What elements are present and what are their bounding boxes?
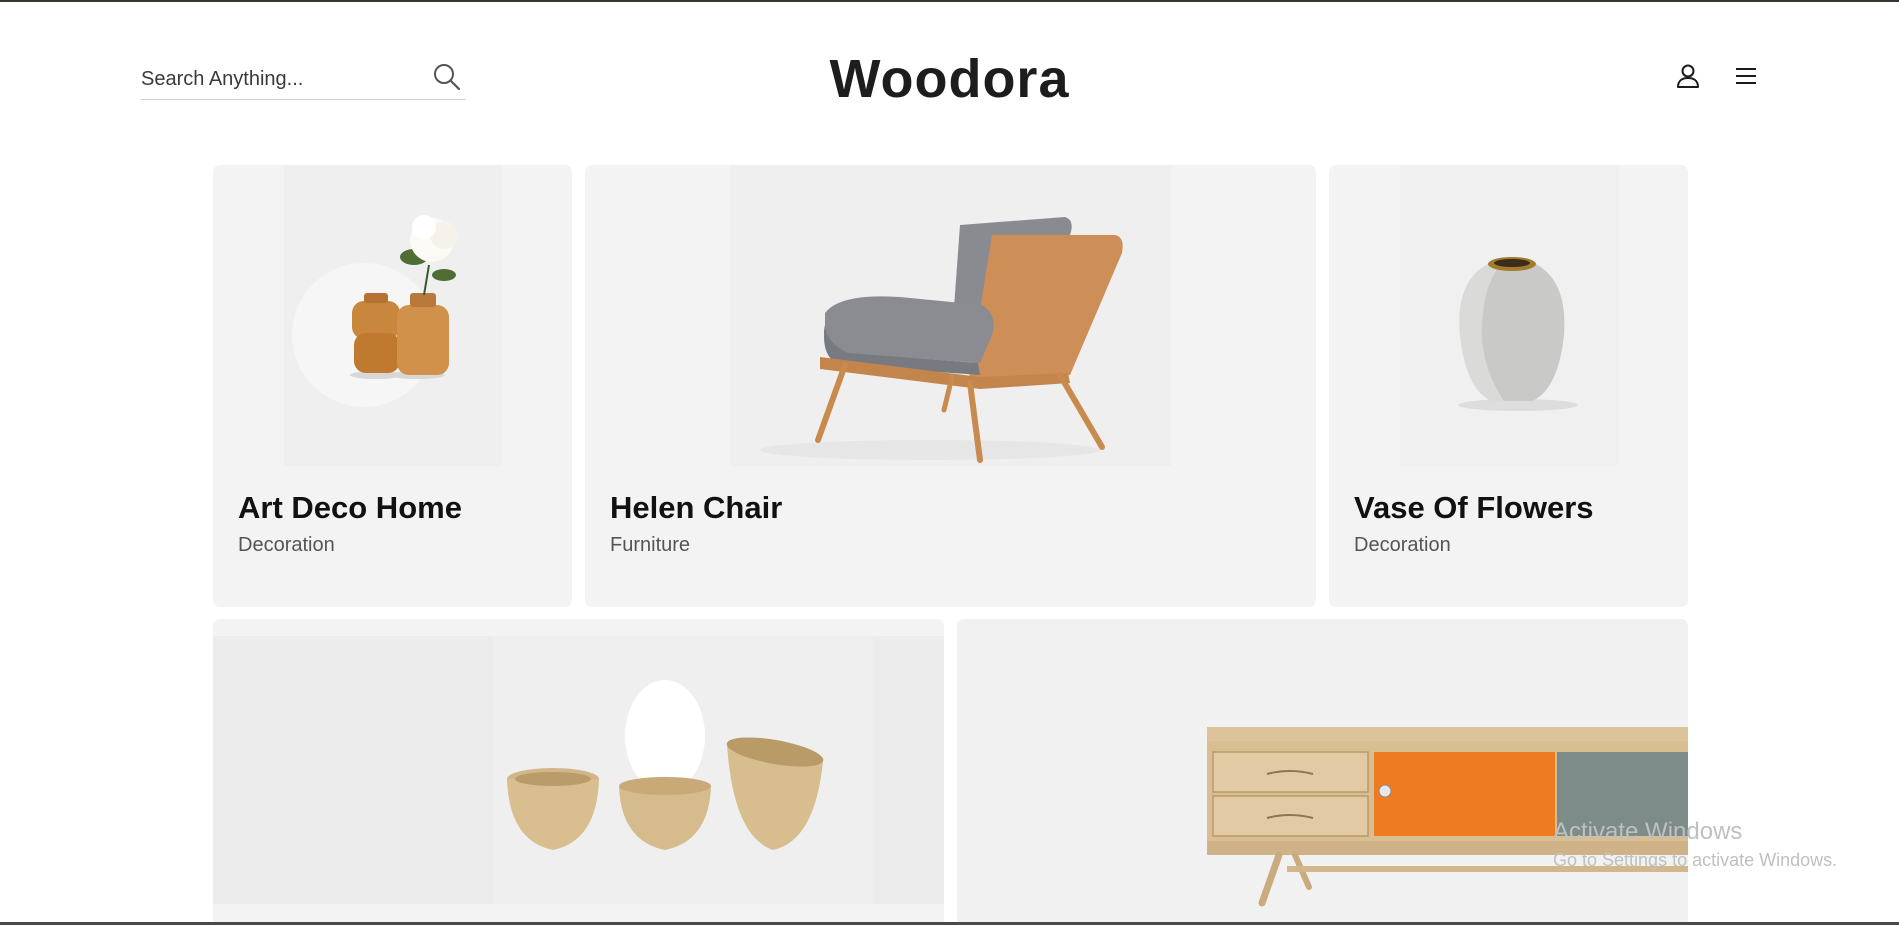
watermark-title: Activate Windows bbox=[1553, 818, 1743, 845]
user-icon[interactable] bbox=[1674, 62, 1702, 90]
product-category: Furniture bbox=[610, 534, 691, 556]
top-border bbox=[0, 0, 1899, 2]
product-category: Decoration bbox=[238, 534, 335, 556]
product-title[interactable]: Vase Of Flowers bbox=[1354, 490, 1594, 526]
product-title[interactable]: Art Deco Home bbox=[238, 490, 462, 526]
product-image-chair[interactable] bbox=[585, 165, 1316, 466]
watermark-subtitle: Go to Settings to activate Windows. bbox=[1553, 850, 1838, 870]
product-card-helen-chair[interactable]: Helen Chair Furniture bbox=[585, 165, 1316, 607]
product-image-egg-cups[interactable] bbox=[213, 636, 944, 904]
brand-logo[interactable]: Woodora bbox=[0, 48, 1899, 110]
menu-icon[interactable] bbox=[1732, 62, 1760, 90]
product-category: Decoration bbox=[1354, 534, 1451, 556]
product-card-sideboard[interactable] bbox=[957, 619, 1688, 925]
activate-windows-watermark: Activate Windows Go to Settings to activ… bbox=[1553, 818, 1837, 871]
product-card-art-deco-home[interactable]: Art Deco Home Decoration bbox=[213, 165, 572, 607]
product-image-wooden-vases[interactable] bbox=[213, 165, 572, 466]
product-image-sideboard[interactable] bbox=[957, 619, 1688, 925]
product-card-vase-of-flowers[interactable]: Vase Of Flowers Decoration bbox=[1329, 165, 1688, 607]
product-card-egg-cups[interactable] bbox=[213, 619, 944, 925]
product-title[interactable]: Helen Chair bbox=[610, 490, 782, 526]
product-image-vase[interactable] bbox=[1329, 165, 1688, 466]
